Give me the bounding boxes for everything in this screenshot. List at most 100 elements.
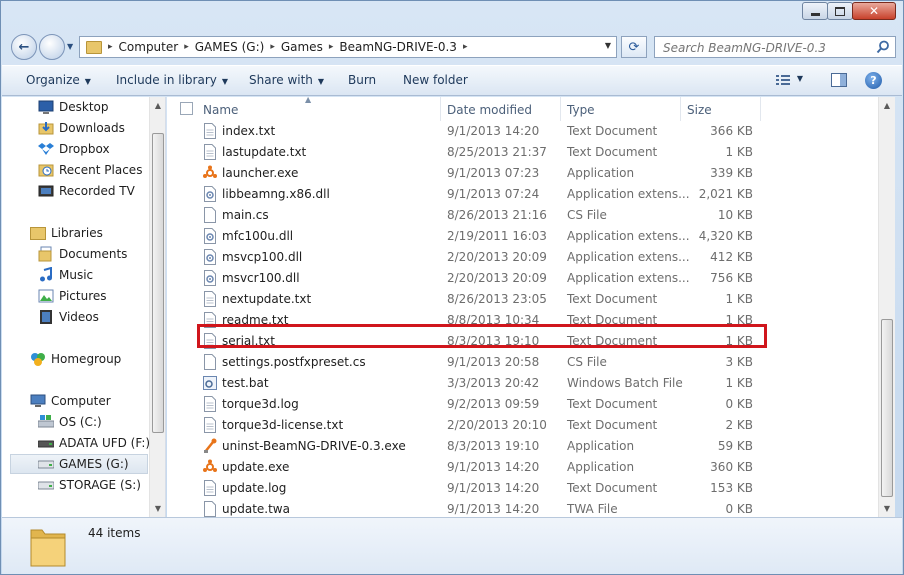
file-row[interactable]: main.cs 8/26/2013 21:16 CS File 10 KB (167, 205, 878, 226)
nav-item-os-c[interactable]: OS (C:) (38, 412, 165, 432)
nav-item-music[interactable]: Music (38, 265, 165, 285)
search-icon[interactable] (876, 40, 890, 54)
scroll-up-icon[interactable]: ▲ (150, 97, 166, 114)
file-row[interactable]: torque3d.log 9/2/2013 09:59 Text Document 0… (167, 394, 878, 415)
breadcrumb-games[interactable]: Games (277, 40, 327, 54)
file-row[interactable]: test.bat 3/3/2013 20:42 Windows Batch File… (167, 373, 878, 394)
nav-item-desktop[interactable]: Desktop (38, 97, 165, 117)
column-divider[interactable] (680, 97, 681, 121)
share-with-button[interactable]: Share with ▼ (249, 73, 324, 87)
breadcrumb-arrow-icon[interactable]: ▸ (106, 42, 115, 52)
file-row[interactable]: mfc100u.dll 2/19/2011 16:03 Application ex… (167, 226, 878, 247)
file-row[interactable]: nextupdate.txt 8/26/2013 23:05 Text Docume… (167, 289, 878, 310)
file-row[interactable]: msvcr100.dll 2/20/2013 20:09 Application e… (167, 268, 878, 289)
column-divider[interactable] (560, 97, 561, 121)
nav-libraries[interactable]: Libraries (30, 223, 165, 243)
scroll-down-icon[interactable]: ▼ (879, 500, 895, 517)
breadcrumb-arrow-icon[interactable]: ▸ (327, 42, 336, 52)
file-type: Application (567, 439, 635, 453)
include-in-library-button[interactable]: Include in library ▼ (116, 73, 228, 87)
nav-item-dropbox[interactable]: Dropbox (38, 139, 165, 159)
file-list: ▲ Name Date modified Type Size index.txt… (167, 97, 878, 517)
address-bar[interactable]: ▸ Computer ▸ GAMES (G:) ▸ Games ▸ BeamNG… (79, 36, 617, 58)
file-row[interactable]: uninst-BeamNG-DRIVE-0.3.exe 8/3/2013 19:1… (167, 436, 878, 457)
file-row[interactable]: msvcp100.dll 2/20/2013 20:09 Application e… (167, 247, 878, 268)
nav-item-videos[interactable]: Videos (38, 307, 165, 327)
file-row[interactable]: update.twa 9/1/2013 14:20 TWA File 0 KB (167, 499, 878, 517)
file-row[interactable]: torque3d-license.txt 2/20/2013 20:10 Text … (167, 415, 878, 436)
file-row[interactable]: index.txt 9/1/2013 14:20 Text Document 366 … (167, 121, 878, 142)
file-row[interactable]: update.log 9/1/2013 14:20 Text Document 153… (167, 478, 878, 499)
minimize-button[interactable] (802, 2, 828, 20)
dll-icon (204, 270, 216, 286)
refresh-button[interactable]: ⟳ (621, 36, 647, 58)
recent-pages-chevron-icon[interactable]: ▼ (67, 42, 73, 51)
nav-item-storage-s[interactable]: STORAGE (S:) (38, 475, 165, 495)
nav-homegroup[interactable]: Homegroup (30, 349, 165, 369)
folder-icon (86, 40, 102, 54)
column-type[interactable]: Type (567, 103, 595, 117)
breadcrumb-computer[interactable]: Computer (115, 40, 183, 54)
file-row[interactable]: libbeamng.x86.dll 9/1/2013 07:24 Applicati… (167, 184, 878, 205)
file-size: 0 KB (725, 502, 753, 516)
help-button[interactable]: ? (865, 72, 882, 89)
nav-item-recent-places[interactable]: Recent Places (38, 160, 165, 180)
file-list-scrollbar[interactable]: ▲ ▼ (878, 97, 895, 517)
text-file-icon (204, 480, 216, 496)
close-button[interactable]: ✕ (852, 2, 896, 20)
breadcrumb-beamng[interactable]: BeamNG-DRIVE-0.3 (335, 40, 461, 54)
nav-item-label: Recorded TV (59, 184, 135, 198)
file-list-scroll-thumb[interactable] (881, 319, 893, 497)
text-file-icon (204, 291, 216, 307)
breadcrumb-arrow-icon[interactable]: ▸ (268, 42, 277, 52)
preview-pane-button[interactable] (831, 73, 847, 90)
nav-item-games-g[interactable]: GAMES (G:) (10, 454, 148, 474)
nav-item-downloads[interactable]: Downloads (38, 118, 165, 138)
file-row[interactable]: lastupdate.txt 8/25/2013 21:37 Text Docume… (167, 142, 878, 163)
forward-button[interactable] (39, 34, 65, 60)
maximize-button[interactable] (827, 2, 853, 20)
column-header: ▲ Name Date modified Type Size (167, 97, 878, 121)
file-row[interactable]: settings.postfxpreset.cs 9/1/2013 20:58 CS… (167, 352, 878, 373)
file-size: 1 KB (725, 292, 753, 306)
explorer-window: ✕ ← ▼ ▸ Computer ▸ GAMES (G:) ▸ Games ▸ … (0, 0, 904, 575)
file-row[interactable]: update.exe 9/1/2013 14:20 Application 360 K… (167, 457, 878, 478)
file-date: 9/1/2013 14:20 (447, 502, 540, 516)
pictures-icon (38, 288, 54, 304)
nav-computer[interactable]: Computer (30, 391, 165, 411)
nav-item-adata-ufd-f[interactable]: ADATA UFD (F:) (38, 433, 165, 453)
documents-icon (38, 246, 54, 262)
burn-button[interactable]: Burn (348, 73, 376, 87)
column-size[interactable]: Size (687, 103, 712, 117)
address-dropdown-icon[interactable]: ▼ (605, 41, 611, 50)
scroll-down-icon[interactable]: ▼ (150, 500, 166, 517)
column-date-modified[interactable]: Date modified (447, 103, 532, 117)
column-divider[interactable] (440, 97, 441, 121)
column-divider[interactable] (760, 97, 761, 121)
views-button[interactable]: ▼ (776, 74, 803, 89)
nav-item-recorded-tv[interactable]: Recorded TV (38, 181, 165, 201)
text-file-icon (204, 417, 216, 433)
breadcrumb-games-drive[interactable]: GAMES (G:) (191, 40, 269, 54)
file-date: 2/19/2011 16:03 (447, 229, 547, 243)
scroll-up-icon[interactable]: ▲ (879, 97, 895, 114)
file-size: 360 KB (710, 460, 753, 474)
select-all-checkbox[interactable] (180, 102, 193, 115)
new-folder-button[interactable]: New folder (403, 73, 468, 87)
file-name: msvcp100.dll (222, 250, 303, 264)
file-name: test.bat (222, 376, 269, 390)
back-button[interactable]: ← (11, 34, 37, 60)
column-name[interactable]: Name (203, 103, 238, 117)
file-icon (204, 207, 216, 223)
file-row[interactable]: launcher.exe 9/1/2013 07:23 Application 339… (167, 163, 878, 184)
back-arrow-icon: ← (18, 39, 30, 55)
search-box[interactable] (654, 36, 896, 58)
organize-button[interactable]: Organize ▼ (26, 73, 91, 87)
breadcrumb-arrow-icon[interactable]: ▸ (461, 42, 470, 52)
nav-item-pictures[interactable]: Pictures (38, 286, 165, 306)
search-input[interactable] (661, 38, 875, 58)
breadcrumb-arrow-icon[interactable]: ▸ (182, 42, 191, 52)
nav-scrollbar[interactable]: ▲ ▼ (149, 97, 165, 517)
nav-item-documents[interactable]: Documents (38, 244, 165, 264)
nav-scroll-thumb[interactable] (152, 133, 164, 433)
